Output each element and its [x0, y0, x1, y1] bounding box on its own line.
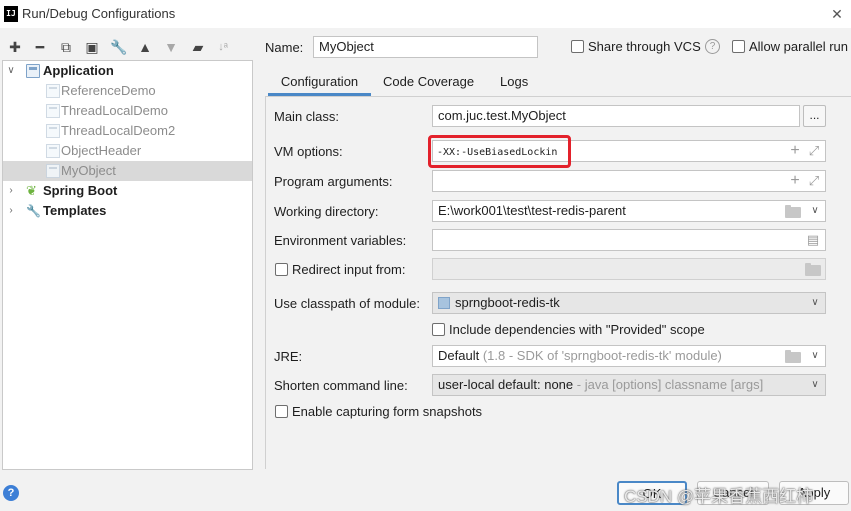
include-dependencies-label: Include dependencies with "Provided" sco… [449, 322, 705, 337]
expand-icon[interactable]: ⤢ [806, 173, 822, 189]
arrow-up-icon[interactable]: ▲ [136, 38, 154, 56]
plus-icon[interactable]: + [787, 143, 803, 159]
classpath-module-select[interactable]: sprngboot-redis-tk ∨ [432, 292, 826, 314]
classpath-module-label: Use classpath of module: [274, 296, 420, 311]
chevron-down-icon[interactable]: ∨ [808, 378, 822, 392]
application-config-icon [26, 64, 40, 78]
redirect-input-field [432, 258, 826, 280]
enable-snapshots-label: Enable capturing form snapshots [292, 404, 483, 419]
chevron-down-icon[interactable]: ∨ [808, 204, 822, 218]
module-icon [438, 297, 450, 309]
plus-icon[interactable]: ✚ [6, 38, 24, 56]
tree-item-label: Application [43, 63, 114, 78]
allow-parallel-label: Allow parallel run [749, 39, 848, 54]
tree-item-label: ReferenceDemo [61, 83, 156, 98]
tree-item-object-header[interactable]: ObjectHeader [3, 141, 252, 161]
vm-options-label: VM options: [274, 144, 343, 159]
arrow-down-icon[interactable]: ▼ [162, 38, 180, 56]
main-class-input[interactable]: com.juc.test.MyObject [432, 105, 800, 127]
help-circle-icon[interactable]: ? [705, 39, 720, 54]
enable-snapshots-checkbox[interactable] [275, 405, 288, 418]
title-bar: IJ Run/Debug Configurations ✕ [0, 0, 851, 28]
chevron-down-icon[interactable]: ∨ [808, 349, 822, 363]
tree-item-label: ObjectHeader [61, 143, 142, 158]
jre-select[interactable]: Default (1.8 - SDK of 'sprngboot-redis-t… [432, 345, 826, 367]
wrench-icon: 🔧 [26, 204, 41, 218]
tree-item-reference-demo[interactable]: ReferenceDemo [3, 81, 252, 101]
shorten-command-line-hint: - java [options] classname [args] [573, 377, 764, 392]
run-config-icon [46, 84, 60, 98]
classpath-module-value: sprngboot-redis-tk [455, 295, 560, 310]
environment-variables-input[interactable]: ▤ [432, 229, 826, 251]
working-directory-value: E:\work001\test\test-redis-parent [438, 203, 626, 218]
watermark-text: CSDN @苹果香蕉西红柿 [624, 487, 814, 506]
shorten-command-line-label: Shorten command line: [274, 378, 408, 393]
window-title: Run/Debug Configurations [22, 6, 176, 21]
tree-item-label: Spring Boot [43, 183, 118, 198]
program-arguments-input[interactable]: + ⤢ [432, 170, 826, 192]
chevron-right-icon[interactable]: › [6, 201, 16, 221]
chevron-down-icon[interactable]: ∨ [808, 296, 822, 310]
run-config-icon [46, 164, 60, 178]
tab-logs[interactable]: Logs [500, 72, 528, 96]
document-icon[interactable]: ▤ [805, 232, 821, 248]
configuration-tree[interactable]: ∨ Application ReferenceDemo ThreadLocalD… [2, 60, 253, 470]
tree-item-label: ThreadLocalDemo [61, 103, 168, 118]
copy-icon[interactable]: ⧉ [57, 38, 75, 56]
minus-icon[interactable]: ━ [31, 38, 49, 56]
spring-boot-icon: ❦ [26, 183, 37, 198]
redirect-input-checkbox[interactable] [275, 263, 288, 276]
tree-item-application[interactable]: ∨ Application [3, 61, 252, 81]
highlight-box [428, 135, 571, 168]
folder-icon [805, 263, 821, 276]
working-directory-input[interactable]: E:\work001\test\test-redis-parent ∨ [432, 200, 826, 222]
run-config-icon [46, 104, 60, 118]
tree-item-label: MyObject [61, 163, 116, 178]
folder-icon[interactable] [785, 350, 801, 363]
browse-button[interactable]: ... [803, 105, 826, 127]
jre-value: Default [438, 348, 480, 363]
jre-label: JRE: [274, 349, 303, 364]
redirect-input-label: Redirect input from: [292, 262, 406, 277]
tree-item-label: Templates [43, 203, 107, 218]
tree-item-thread-local-demo[interactable]: ThreadLocalDemo [3, 101, 252, 121]
expand-icon[interactable]: ⤢ [806, 143, 822, 159]
chevron-right-icon[interactable]: › [6, 181, 16, 201]
name-input[interactable]: MyObject [313, 36, 538, 58]
save-icon[interactable]: ▣ [83, 38, 101, 56]
share-vcs-label: Share through VCS [588, 39, 701, 54]
tree-item-thread-local-deom2[interactable]: ThreadLocalDeom2 [3, 121, 252, 141]
intellij-app-icon: IJ [4, 6, 18, 22]
folder-icon[interactable] [785, 205, 801, 218]
include-dependencies-checkbox[interactable] [432, 323, 445, 336]
tree-item-label: ThreadLocalDeom2 [61, 123, 176, 138]
tree-item-templates[interactable]: › 🔧 Templates [3, 201, 252, 221]
shorten-command-line-value: user-local default: none [438, 377, 574, 392]
program-arguments-label: Program arguments: [274, 174, 393, 189]
shorten-command-line-select[interactable]: user-local default: none - java [options… [432, 374, 826, 396]
plus-icon[interactable]: + [787, 173, 803, 189]
help-icon[interactable]: ? [3, 485, 19, 501]
run-config-icon [46, 144, 60, 158]
working-directory-label: Working directory: [274, 204, 379, 219]
environment-variables-label: Environment variables: [274, 233, 407, 248]
share-vcs-checkbox[interactable] [571, 40, 584, 53]
allow-parallel-checkbox[interactable] [732, 40, 745, 53]
main-class-label: Main class: [274, 109, 340, 124]
run-config-icon [46, 124, 60, 138]
tree-item-my-object[interactable]: MyObject [3, 161, 252, 181]
folder-add-icon[interactable]: ▰ [189, 38, 207, 56]
sort-icon[interactable]: ↓ᵃ [214, 38, 232, 56]
tab-configuration[interactable]: Configuration [268, 72, 371, 96]
tree-item-spring-boot[interactable]: › ❦ Spring Boot [3, 181, 252, 201]
name-label: Name: [265, 40, 304, 55]
chevron-down-icon[interactable]: ∨ [6, 61, 16, 81]
close-icon[interactable]: ✕ [826, 4, 848, 24]
tab-code-coverage[interactable]: Code Coverage [383, 72, 474, 96]
jre-hint: (1.8 - SDK of 'sprngboot-redis-tk' modul… [482, 348, 722, 363]
wrench-icon[interactable]: 🔧 [110, 38, 128, 56]
